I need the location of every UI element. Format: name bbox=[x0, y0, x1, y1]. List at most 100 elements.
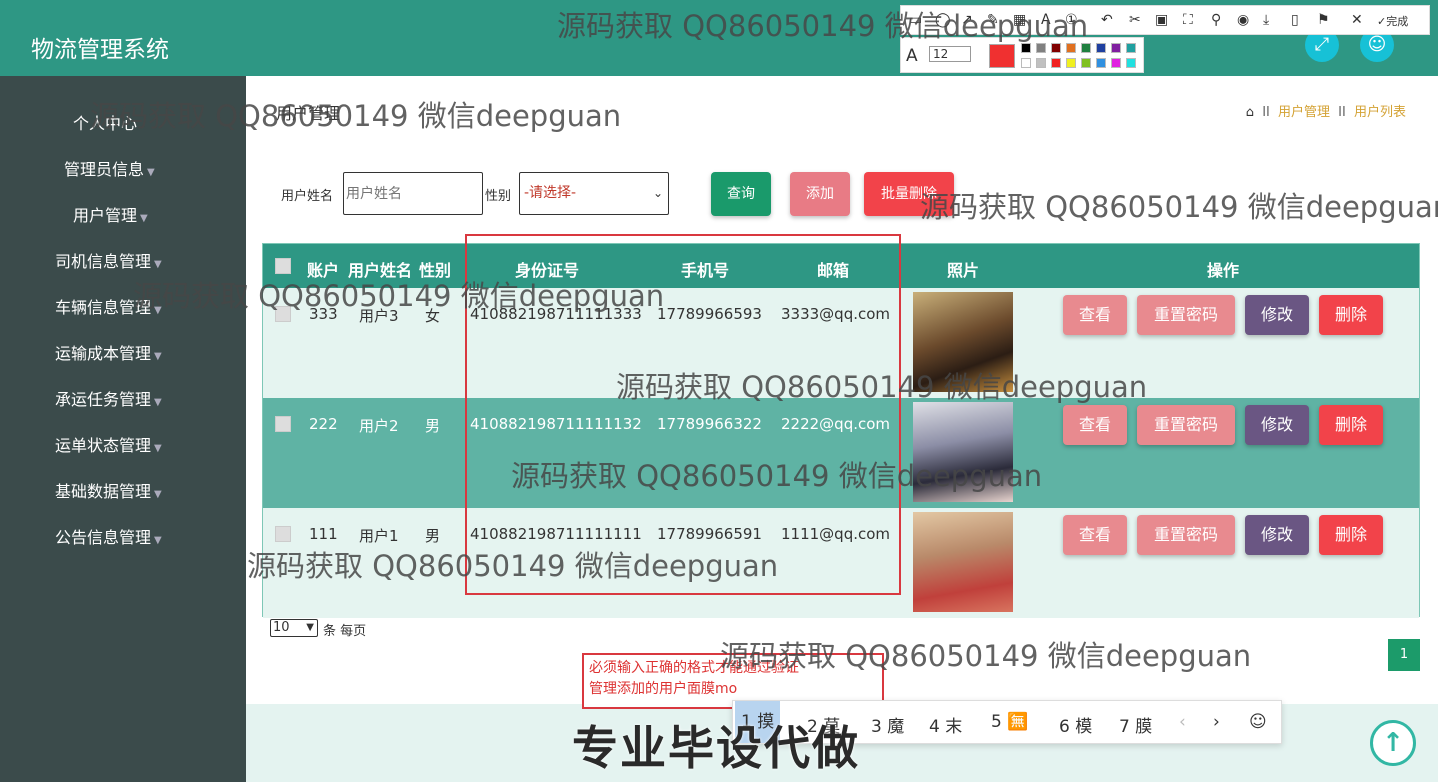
sidebar-item-drivers[interactable]: 司机信息管理 ▼ bbox=[55, 248, 162, 272]
bookmark-icon[interactable]: ⚑ bbox=[1317, 12, 1330, 28]
color-swatch[interactable] bbox=[1111, 43, 1121, 53]
select-all-checkbox[interactable] bbox=[275, 258, 291, 274]
rectangle-icon[interactable]: ▭ bbox=[909, 12, 922, 28]
pen-icon[interactable]: ✎ bbox=[987, 12, 999, 28]
ime-candidate[interactable]: 3 魔 bbox=[871, 712, 904, 737]
sidebar-item-waybill[interactable]: 运单状态管理 ▼ bbox=[55, 432, 162, 456]
gender-label: 性别 bbox=[485, 189, 512, 204]
color-swatch[interactable] bbox=[1096, 58, 1106, 68]
breadcrumb-user-list[interactable]: 用户列表 bbox=[1354, 105, 1406, 120]
pin-icon[interactable]: ⚲ bbox=[1211, 12, 1221, 28]
undo-icon[interactable]: ↶ bbox=[1101, 12, 1113, 28]
row-checkbox[interactable] bbox=[275, 306, 291, 322]
color-swatch[interactable] bbox=[1066, 43, 1076, 53]
name-label: 用户姓名 bbox=[281, 189, 334, 204]
batch-delete-button[interactable]: 批量删除 bbox=[864, 172, 954, 216]
sidebar-item-notices[interactable]: 公告信息管理 ▼ bbox=[55, 524, 162, 548]
download-icon[interactable]: ⤓ bbox=[1263, 12, 1269, 28]
reset-password-button[interactable]: 重置密码 bbox=[1137, 295, 1235, 335]
color-swatch[interactable] bbox=[1021, 58, 1031, 68]
edit-button[interactable]: 修改 bbox=[1245, 515, 1309, 555]
user-photo bbox=[913, 292, 1013, 392]
row-checkbox[interactable] bbox=[275, 526, 291, 542]
color-swatch[interactable] bbox=[1126, 58, 1136, 68]
record-icon[interactable]: ◉ bbox=[1237, 12, 1249, 28]
chevron-down-icon: ▼ bbox=[147, 167, 155, 178]
chevron-down-icon: ▼ bbox=[154, 351, 162, 362]
color-swatch[interactable] bbox=[1111, 58, 1121, 68]
view-button[interactable]: 查看 bbox=[1063, 295, 1127, 335]
view-button[interactable]: 查看 bbox=[1063, 515, 1127, 555]
scroll-to-top-icon[interactable]: ↑ bbox=[1370, 720, 1416, 766]
add-button[interactable]: 添加 bbox=[790, 172, 850, 216]
reset-password-button[interactable]: 重置密码 bbox=[1137, 515, 1235, 555]
arrow-icon[interactable]: ↗ bbox=[961, 12, 973, 28]
delete-button[interactable]: 删除 bbox=[1319, 295, 1383, 335]
row-checkbox[interactable] bbox=[275, 416, 291, 432]
done-button[interactable]: ✓完成 bbox=[1377, 13, 1408, 29]
sidebar-item-costs[interactable]: 运输成本管理 ▼ bbox=[55, 340, 162, 364]
page-title: 用户管理 bbox=[276, 104, 341, 123]
chevron-right-icon[interactable]: › bbox=[1213, 712, 1220, 732]
gender-select[interactable]: -请选择- ⌄ bbox=[519, 172, 669, 215]
sidebar-item-vehicles[interactable]: 车辆信息管理 ▼ bbox=[55, 294, 162, 318]
font-size-select[interactable]: 12 bbox=[929, 46, 972, 62]
breadcrumb-users[interactable]: 用户管理 bbox=[1278, 105, 1330, 120]
ime-candidate[interactable]: 6 模 bbox=[1059, 712, 1092, 737]
user-photo bbox=[913, 402, 1013, 502]
chevron-down-icon: ▼ bbox=[154, 397, 162, 408]
ime-candidate[interactable]: 4 末 bbox=[929, 712, 962, 737]
page-size-select[interactable]: 10 ▼ bbox=[270, 619, 318, 637]
edit-button[interactable]: 修改 bbox=[1245, 295, 1309, 335]
sidebar-item-admin[interactable]: 管理员信息 ▼ bbox=[64, 156, 155, 180]
chevron-down-icon: ▼ bbox=[154, 259, 162, 270]
ime-candidate[interactable]: 7 膜 bbox=[1119, 712, 1152, 737]
user-photo bbox=[913, 512, 1013, 612]
color-swatch[interactable] bbox=[1051, 58, 1061, 68]
sidebar-item-tasks[interactable]: 承运任务管理 ▼ bbox=[55, 386, 162, 410]
cell-account: 111 bbox=[309, 525, 338, 543]
color-swatch[interactable] bbox=[1021, 43, 1031, 53]
number-icon[interactable]: ① bbox=[1065, 12, 1078, 28]
close-icon[interactable]: ✕ bbox=[1351, 12, 1363, 28]
view-button[interactable]: 查看 bbox=[1063, 405, 1127, 445]
sidebar-item-users[interactable]: 用户管理 ▼ bbox=[73, 202, 148, 226]
color-swatch[interactable] bbox=[1126, 43, 1136, 53]
sidebar-item-basedata[interactable]: 基础数据管理 ▼ bbox=[55, 478, 162, 502]
query-button[interactable]: 查询 bbox=[711, 172, 771, 216]
cell-account: 333 bbox=[309, 305, 338, 323]
chevron-down-icon: ▼ bbox=[306, 622, 314, 633]
color-swatch[interactable] bbox=[1066, 58, 1076, 68]
sidebar-item-profile[interactable]: 个人中心 bbox=[73, 110, 137, 134]
ime-candidate[interactable]: 5 🈚 bbox=[991, 712, 1028, 732]
color-swatch[interactable] bbox=[1081, 58, 1091, 68]
color-swatch[interactable] bbox=[1081, 43, 1091, 53]
delete-button[interactable]: 删除 bbox=[1319, 515, 1383, 555]
page-1-button[interactable]: 1 bbox=[1388, 639, 1420, 671]
breadcrumb: ⌂ II 用户管理 II 用户列表 bbox=[1245, 105, 1406, 120]
current-color-swatch[interactable] bbox=[989, 44, 1015, 68]
mosaic-icon[interactable]: ▦ bbox=[1013, 12, 1026, 28]
chevron-left-icon[interactable]: ‹ bbox=[1179, 712, 1186, 732]
reset-password-button[interactable]: 重置密码 bbox=[1137, 405, 1235, 445]
promo-banner: 专业毕设代做 bbox=[572, 721, 860, 775]
color-swatch[interactable] bbox=[1036, 43, 1046, 53]
annotation-toolbar: ▭ ◯ ↗ ✎ ▦ A ① ↶ ✂ ▣ ⛶ ⚲ ◉ ⤓ ▯ ⚑ ✕ ✓完成 bbox=[900, 5, 1430, 35]
header-gender: 性别 bbox=[419, 261, 452, 280]
delete-button[interactable]: 删除 bbox=[1319, 405, 1383, 445]
edit-button[interactable]: 修改 bbox=[1245, 405, 1309, 445]
color-swatch[interactable] bbox=[1096, 43, 1106, 53]
name-search-input[interactable] bbox=[343, 172, 483, 215]
chevron-down-icon: ▼ bbox=[154, 489, 162, 500]
home-icon[interactable]: ⌂ bbox=[1246, 105, 1254, 120]
stitch-icon[interactable]: ▣ bbox=[1155, 12, 1168, 28]
ellipse-icon[interactable]: ◯ bbox=[935, 12, 951, 28]
color-swatch[interactable] bbox=[1051, 43, 1061, 53]
color-swatch[interactable] bbox=[1036, 58, 1046, 68]
phone-icon[interactable]: ▯ bbox=[1291, 12, 1299, 28]
emoji-icon[interactable]: ☺ bbox=[1249, 712, 1267, 732]
scroll-capture-icon[interactable]: ⛶ bbox=[1183, 12, 1193, 28]
crop-icon[interactable]: ✂ bbox=[1129, 12, 1141, 28]
chevron-down-icon: ▼ bbox=[154, 443, 162, 454]
text-icon[interactable]: A bbox=[1041, 12, 1051, 28]
